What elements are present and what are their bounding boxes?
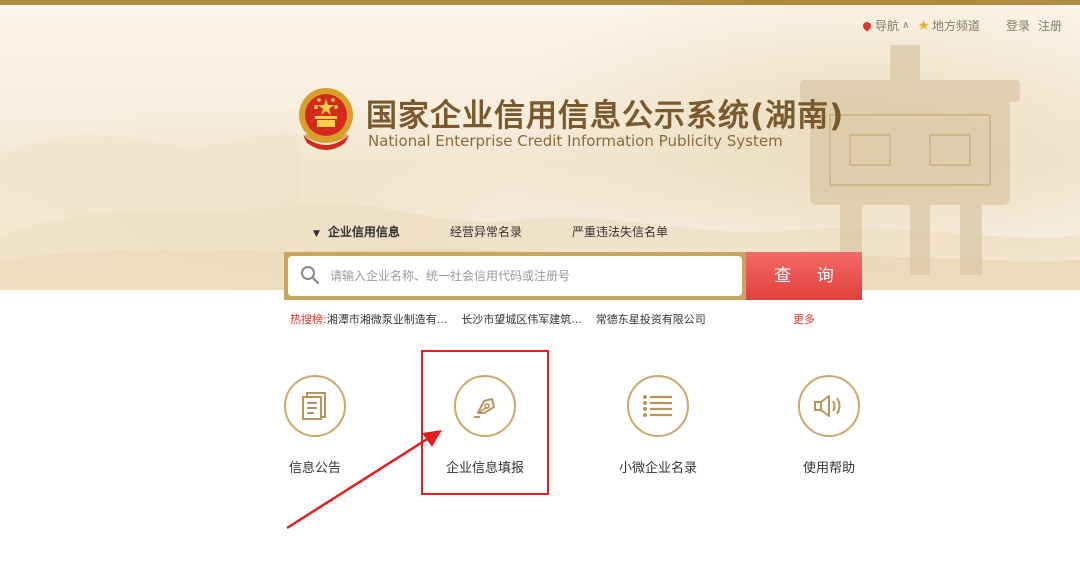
- function-label: 使用帮助: [802, 461, 855, 476]
- page-subtitle-english: National Enterprise Credit Information P…: [368, 132, 783, 150]
- more-hot-searches-link[interactable]: 更多: [793, 311, 815, 327]
- hot-search-item[interactable]: 长沙市望城区伟军建筑...: [461, 311, 582, 327]
- icon-circle: [798, 375, 860, 437]
- search-type-tabs: 企业信用信息 经营异常名录 严重违法失信名单: [313, 223, 718, 240]
- register-link[interactable]: 注册: [1038, 17, 1062, 34]
- star-icon: ★: [917, 17, 930, 34]
- location-pin-icon: [861, 19, 873, 32]
- chevron-up-icon: ∧: [902, 20, 910, 31]
- document-icon: [302, 392, 326, 420]
- highlight-annotation-box: [421, 350, 549, 495]
- function-info-announcement[interactable]: 信息公告: [255, 375, 375, 476]
- search-box: [288, 256, 742, 296]
- hot-search-label: 热搜榜:: [290, 313, 327, 326]
- icon-circle: [284, 375, 346, 437]
- function-small-micro-enterprise-list[interactable]: 小微企业名录: [598, 375, 718, 476]
- function-label: 小微企业名录: [618, 461, 697, 476]
- hot-search-list: 热搜榜: 湘潭市湘微泵业制造有... 长沙市望城区伟军建筑... 常德东星投资有…: [290, 311, 720, 327]
- local-channel-label: 地方频道: [931, 19, 980, 33]
- search-button[interactable]: 查 询: [746, 252, 862, 300]
- function-label: 信息公告: [288, 461, 341, 476]
- local-channel-link[interactable]: ★ 地方频道: [917, 17, 980, 34]
- tab-abnormal-operations[interactable]: 经营异常名录: [450, 223, 522, 240]
- speaker-icon: [814, 395, 841, 417]
- bronze-monument-image: [800, 45, 1020, 275]
- nav-label: 导航: [875, 19, 900, 33]
- search-icon: [301, 266, 320, 285]
- national-emblem-logo: [299, 88, 353, 150]
- icon-circle: [627, 375, 689, 437]
- search-input[interactable]: [330, 256, 730, 296]
- tab-enterprise-credit[interactable]: 企业信用信息: [313, 223, 400, 240]
- search-bar: [284, 252, 746, 300]
- top-navigation: 导航 ∧ ★ 地方频道 登录 注册: [855, 17, 1062, 34]
- login-link[interactable]: 登录: [1006, 17, 1030, 34]
- hot-search-item[interactable]: 常德东星投资有限公司: [596, 311, 706, 327]
- list-icon: [643, 395, 672, 417]
- hot-search-item[interactable]: 湘潭市湘微泵业制造有...: [327, 311, 448, 327]
- function-user-help[interactable]: 使用帮助: [769, 375, 889, 476]
- page-title: 国家企业信用信息公示系统(湖南): [366, 98, 845, 134]
- nav-menu-button[interactable]: 导航 ∧: [861, 17, 910, 34]
- tab-serious-violation-list[interactable]: 严重违法失信名单: [572, 223, 668, 240]
